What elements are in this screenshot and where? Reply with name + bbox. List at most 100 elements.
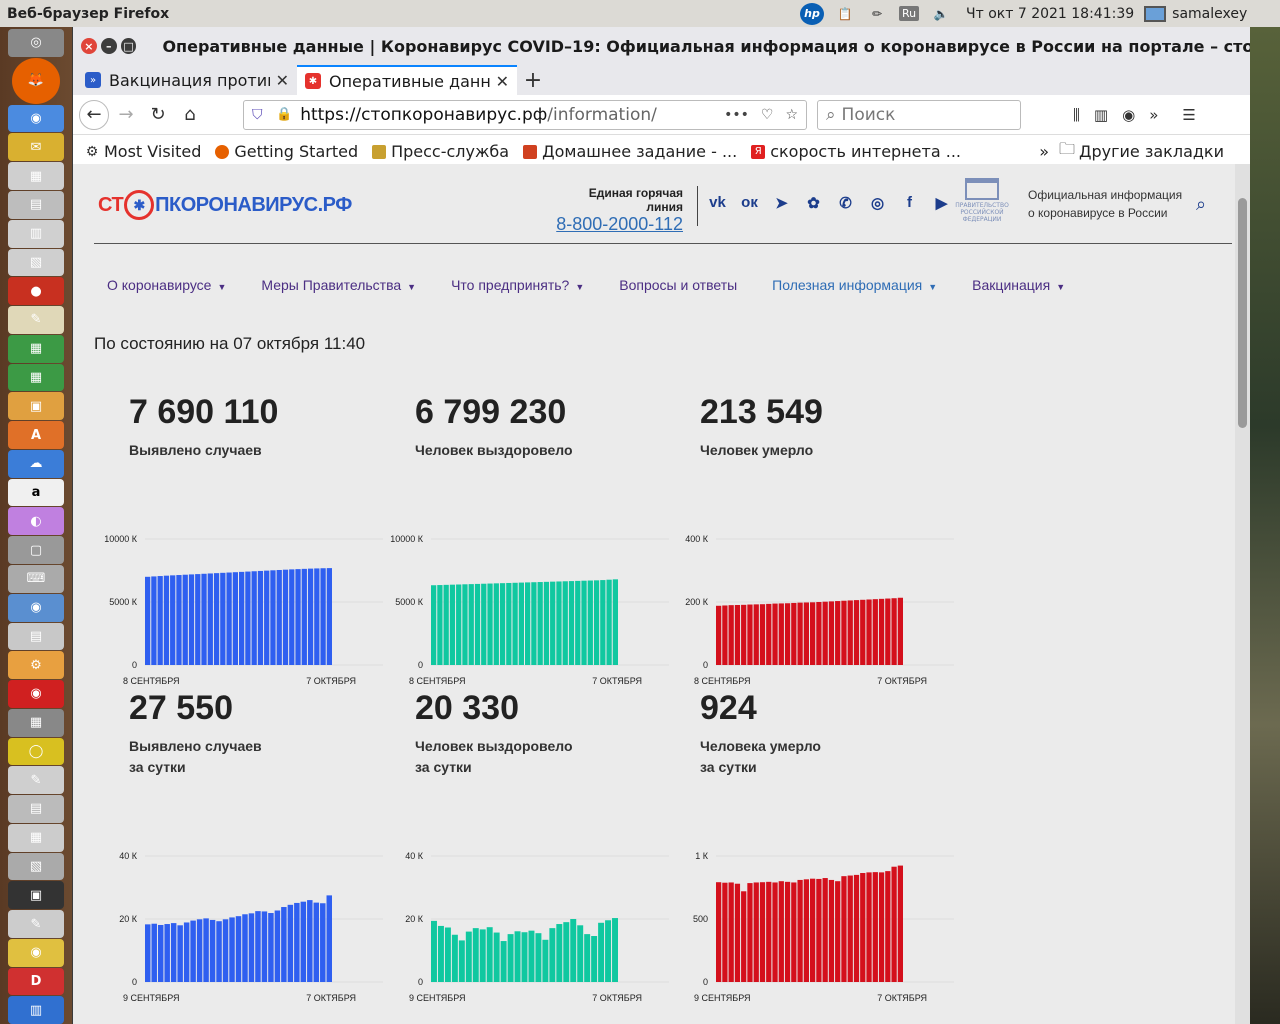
chart-bar[interactable] bbox=[822, 878, 828, 982]
scrollbar-thumb[interactable] bbox=[1238, 198, 1247, 428]
chart-bar[interactable] bbox=[885, 871, 891, 982]
instagram-icon[interactable]: ◎ bbox=[866, 191, 889, 214]
chart-bar[interactable] bbox=[151, 576, 157, 665]
chart-bar[interactable] bbox=[587, 580, 593, 665]
chart-bar[interactable] bbox=[170, 575, 176, 665]
chart-bar[interactable] bbox=[245, 571, 251, 665]
chart-bar[interactable] bbox=[276, 569, 282, 665]
hp-printer-icon[interactable]: hp bbox=[800, 2, 824, 25]
tab-vaccination[interactable]: » Вакцинация против ✕ bbox=[77, 65, 297, 95]
keyboard-layout-indicator[interactable]: Ru bbox=[898, 6, 920, 21]
app-icon-5[interactable]: ▥ bbox=[8, 219, 64, 248]
odnoklassniki-icon[interactable]: ок bbox=[738, 191, 761, 214]
chart-bar[interactable] bbox=[239, 571, 245, 665]
app-icon-8[interactable]: ✎ bbox=[8, 306, 64, 334]
lock-icon[interactable]: 🔒 bbox=[276, 107, 292, 122]
chart-bar[interactable] bbox=[512, 582, 518, 665]
chart-bar[interactable] bbox=[268, 913, 274, 982]
chart-bar[interactable] bbox=[209, 919, 216, 982]
chart-bar[interactable] bbox=[605, 920, 612, 982]
app-icon-4[interactable]: ▤ bbox=[8, 191, 64, 219]
chart-bar[interactable] bbox=[897, 865, 903, 982]
chart-bar[interactable] bbox=[176, 575, 182, 665]
chart-bar[interactable] bbox=[437, 585, 443, 665]
chart-bar[interactable] bbox=[521, 932, 528, 982]
forward-button[interactable]: → bbox=[111, 100, 141, 130]
chart-bar[interactable] bbox=[145, 924, 151, 982]
chart-bar[interactable] bbox=[295, 569, 301, 665]
library-icon[interactable]: ⫼ bbox=[1073, 106, 1080, 124]
chart-bar[interactable] bbox=[766, 881, 772, 982]
app-icon-15[interactable]: ⚙ bbox=[8, 651, 64, 680]
chart-bar[interactable] bbox=[872, 872, 878, 982]
app-icon-7[interactable]: ● bbox=[8, 277, 64, 306]
chart-bar[interactable] bbox=[568, 581, 575, 665]
nav-useful-info[interactable]: Полезная информация ▼ bbox=[772, 277, 937, 293]
chart-bar[interactable] bbox=[872, 599, 878, 665]
chart-bar[interactable] bbox=[563, 922, 570, 982]
chart-bar[interactable] bbox=[556, 924, 563, 982]
network-icon[interactable]: ✏ bbox=[866, 4, 888, 24]
chart-bar[interactable] bbox=[183, 922, 190, 982]
chart-bar[interactable] bbox=[734, 883, 741, 982]
nav-vaccination[interactable]: Вакцинация ▼ bbox=[972, 277, 1065, 293]
bookmarks-overflow-chevron-icon[interactable]: » bbox=[1039, 142, 1049, 161]
chart-bar[interactable] bbox=[722, 882, 728, 982]
chart-bar[interactable] bbox=[157, 576, 163, 665]
back-button[interactable]: ← bbox=[79, 99, 109, 130]
app-icon-3[interactable]: ▦ bbox=[8, 162, 64, 191]
hotline-phone-link[interactable]: 8-800-2000-112 bbox=[551, 214, 683, 235]
chart-bar[interactable] bbox=[242, 914, 248, 982]
chart-bar[interactable] bbox=[891, 598, 897, 665]
bookmark-homework[interactable]: Домашнее задание - ... bbox=[523, 142, 737, 161]
chart-bar[interactable] bbox=[797, 602, 803, 665]
app-icon-27[interactable]: ▥ bbox=[8, 996, 64, 1024]
app-icon-1[interactable]: ◉ bbox=[8, 104, 64, 133]
media-icon[interactable]: ◐ bbox=[8, 507, 64, 536]
chart-bar[interactable] bbox=[753, 604, 759, 665]
chart-bar[interactable] bbox=[860, 873, 866, 982]
chart-bar[interactable] bbox=[841, 600, 847, 665]
youtube-icon[interactable]: ▶ bbox=[930, 191, 953, 214]
chart-bar[interactable] bbox=[778, 603, 784, 665]
chart-bar[interactable] bbox=[479, 929, 486, 982]
app-icon-18[interactable]: ◯ bbox=[8, 737, 64, 766]
app-icon-14[interactable]: ▤ bbox=[8, 622, 64, 651]
chart-bar[interactable] bbox=[747, 604, 753, 665]
chart-bar[interactable] bbox=[598, 922, 605, 982]
chart-bar[interactable] bbox=[766, 603, 772, 665]
chart-bar[interactable] bbox=[493, 583, 499, 665]
pocket-icon[interactable]: ♡ bbox=[761, 107, 774, 123]
chart-bar[interactable] bbox=[449, 584, 456, 665]
chart-bar[interactable] bbox=[145, 576, 151, 665]
chart-bar[interactable] bbox=[866, 872, 872, 982]
chart-bar[interactable] bbox=[216, 921, 222, 982]
chart-bar[interactable] bbox=[853, 874, 860, 982]
app-icon-21[interactable]: ▦ bbox=[8, 823, 64, 852]
chart-bar[interactable] bbox=[897, 597, 903, 665]
chart-bar[interactable] bbox=[728, 882, 734, 982]
chart-bar[interactable] bbox=[465, 931, 472, 982]
chart-bar[interactable] bbox=[163, 575, 170, 665]
chart-bar[interactable] bbox=[878, 598, 885, 665]
tab-close-icon[interactable]: ✕ bbox=[276, 71, 289, 90]
nav-government-measures[interactable]: Меры Правительства ▼ bbox=[261, 277, 416, 293]
bookmark-getting-started[interactable]: Getting Started bbox=[215, 142, 358, 161]
chart-bar[interactable] bbox=[220, 572, 226, 665]
bookmark-most-visited[interactable]: ⚙ Most Visited bbox=[85, 142, 202, 161]
chart-bar[interactable] bbox=[860, 599, 866, 665]
telegram-icon[interactable]: ➤ bbox=[770, 191, 793, 214]
app-icon-12[interactable]: ⌨ bbox=[8, 564, 64, 593]
chart-bar[interactable] bbox=[747, 883, 753, 982]
chart-bar[interactable] bbox=[235, 916, 242, 982]
chart-bar[interactable] bbox=[190, 920, 196, 982]
chart-bar[interactable] bbox=[474, 583, 481, 665]
hamburger-menu-icon[interactable]: ☰ bbox=[1182, 106, 1195, 124]
chart-bar[interactable] bbox=[810, 878, 816, 982]
chart-bar[interactable] bbox=[878, 872, 885, 982]
chart-bar[interactable] bbox=[182, 574, 188, 665]
chart-bar[interactable] bbox=[822, 601, 828, 665]
chart-bar[interactable] bbox=[853, 600, 860, 665]
chart-bar[interactable] bbox=[462, 584, 468, 665]
chart-bar[interactable] bbox=[207, 573, 213, 665]
